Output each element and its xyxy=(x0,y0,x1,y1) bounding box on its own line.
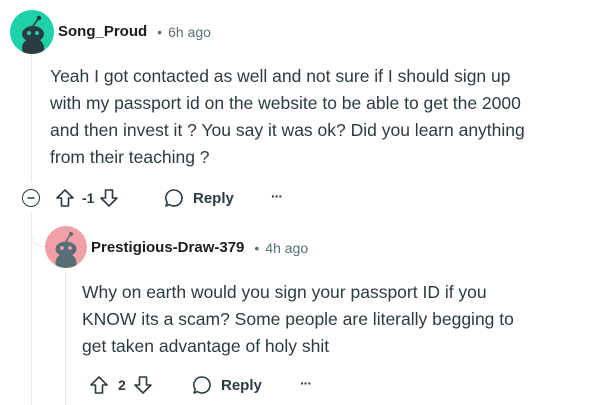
thread-line xyxy=(31,52,32,182)
avatar[interactable] xyxy=(10,10,54,54)
reply-body: Why on earth would you sign your passpor… xyxy=(82,279,582,360)
reply-line: KNOW its a scam? Some people are literal… xyxy=(82,309,514,329)
comment-body: Yeah I got contacted as well and not sur… xyxy=(50,63,580,171)
timestamp[interactable]: 6h ago xyxy=(168,24,211,40)
more-icon: ··· xyxy=(300,375,312,391)
comment-header: Song_Proud • 6h ago xyxy=(58,23,211,40)
reply-button[interactable]: Reply xyxy=(191,374,262,396)
collapse-button[interactable] xyxy=(22,189,40,207)
comment-line: with my passport id on the website to be… xyxy=(50,93,521,113)
upvote-icon[interactable] xyxy=(88,374,110,396)
more-options-button[interactable]: ··· xyxy=(271,188,283,204)
comment-line: from their teaching ? xyxy=(50,147,210,167)
upvote-icon[interactable] xyxy=(54,187,76,209)
separator: • xyxy=(157,23,163,40)
separator: • xyxy=(254,239,260,256)
score: -1 xyxy=(82,190,95,206)
reply-label: Reply xyxy=(221,376,262,394)
reply-button[interactable]: Reply xyxy=(163,187,234,209)
vote-group: -1 xyxy=(54,187,120,209)
downvote-icon[interactable] xyxy=(132,374,154,396)
comment-line: Yeah I got contacted as well and not sur… xyxy=(50,66,511,86)
vote-group: 2 xyxy=(88,374,154,396)
username[interactable]: Song_Proud xyxy=(58,23,147,40)
snoo-icon xyxy=(55,231,77,268)
comment-icon xyxy=(163,187,185,209)
reply-label: Reply xyxy=(193,189,234,207)
reply-thread-line xyxy=(65,270,66,405)
comment-icon xyxy=(191,374,213,396)
reply-line: get taken advantage of holy shit xyxy=(82,336,330,356)
downvote-icon[interactable] xyxy=(98,187,120,209)
snoo-icon xyxy=(22,15,44,54)
more-icon: ··· xyxy=(271,188,283,204)
reply-header: Prestigious-Draw-379 • 4h ago xyxy=(91,239,308,256)
timestamp[interactable]: 4h ago xyxy=(265,240,308,256)
avatar[interactable] xyxy=(45,226,87,268)
more-options-button[interactable]: ··· xyxy=(300,375,312,391)
comment-line: and then invest it ? You say it was ok? … xyxy=(50,120,525,140)
minus-icon xyxy=(27,197,35,199)
score: 2 xyxy=(118,377,126,393)
username[interactable]: Prestigious-Draw-379 xyxy=(91,239,244,256)
reply-line: Why on earth would you sign your passpor… xyxy=(82,282,487,302)
